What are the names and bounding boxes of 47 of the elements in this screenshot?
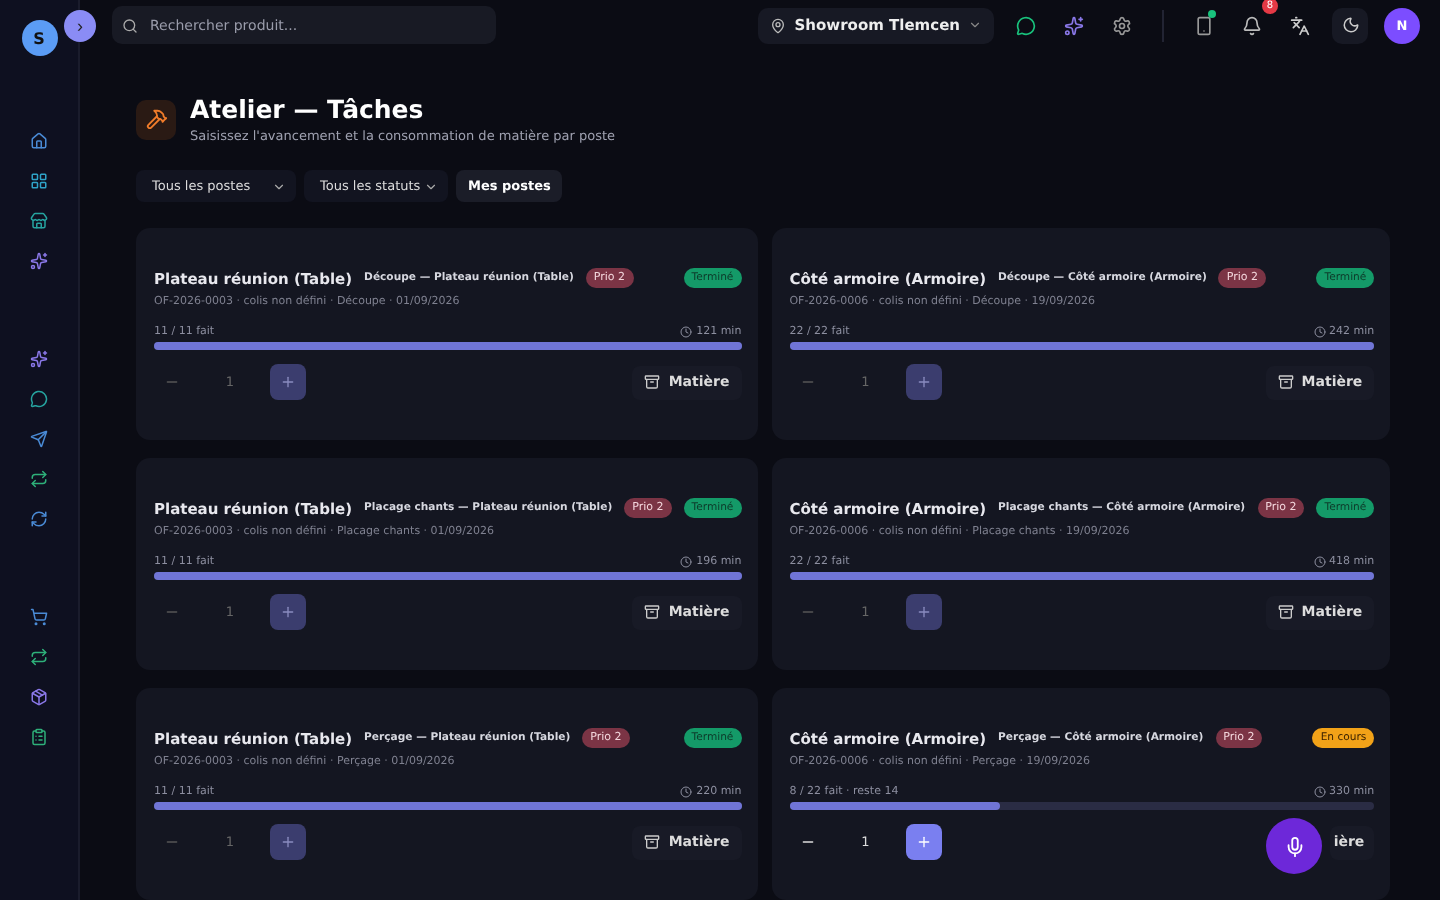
expand-button[interactable]: › [64, 9, 96, 41]
chat-icon[interactable] [1016, 15, 1036, 35]
search-icon [122, 17, 138, 33]
plus-icon [280, 604, 296, 620]
box-icon [644, 604, 661, 620]
clock-icon [680, 786, 693, 798]
sparkles-icon[interactable] [1064, 15, 1084, 35]
home-icon[interactable] [30, 132, 48, 150]
sparkles-icon[interactable] [30, 350, 48, 368]
send-icon[interactable] [30, 430, 48, 448]
clock-icon [680, 556, 693, 568]
sparkles-icon[interactable] [30, 252, 48, 270]
clock-icon [1313, 556, 1326, 568]
plus-icon [280, 834, 296, 850]
plus-icon [915, 834, 932, 850]
chevron-icon [968, 18, 982, 32]
clock-icon [680, 326, 693, 338]
box-icon [1277, 374, 1294, 390]
chat-icon[interactable] [30, 390, 48, 408]
package-icon[interactable] [30, 688, 48, 706]
repeat-icon[interactable] [30, 648, 48, 666]
repeat-icon[interactable] [30, 470, 48, 488]
chevron-icon [424, 179, 438, 193]
microphone-icon [1283, 835, 1305, 857]
clipboard-icon[interactable] [30, 728, 48, 746]
user-avatar[interactable]: S [21, 20, 57, 56]
settings-icon[interactable] [1112, 15, 1132, 35]
theme-button[interactable] [1332, 7, 1368, 43]
box-icon [644, 374, 661, 390]
plus-icon [280, 374, 296, 390]
notification-icon[interactable] [1242, 15, 1262, 35]
clock-icon [1313, 326, 1326, 338]
store-icon[interactable] [30, 212, 48, 230]
refresh-icon[interactable] [30, 510, 48, 528]
pin-icon [770, 17, 787, 33]
clock-icon [1313, 786, 1326, 798]
plus-icon [915, 604, 932, 620]
box-icon [1277, 604, 1294, 620]
chevron-icon [272, 179, 286, 193]
plus-button[interactable] [905, 824, 942, 860]
cart-icon[interactable] [30, 608, 48, 626]
box-icon [644, 834, 661, 850]
grid-icon[interactable] [30, 172, 48, 190]
plus-icon [915, 374, 932, 390]
translate-icon[interactable] [1290, 15, 1310, 35]
page-title: Atelier — Tâches [190, 94, 426, 124]
moon-icon [1341, 16, 1359, 34]
